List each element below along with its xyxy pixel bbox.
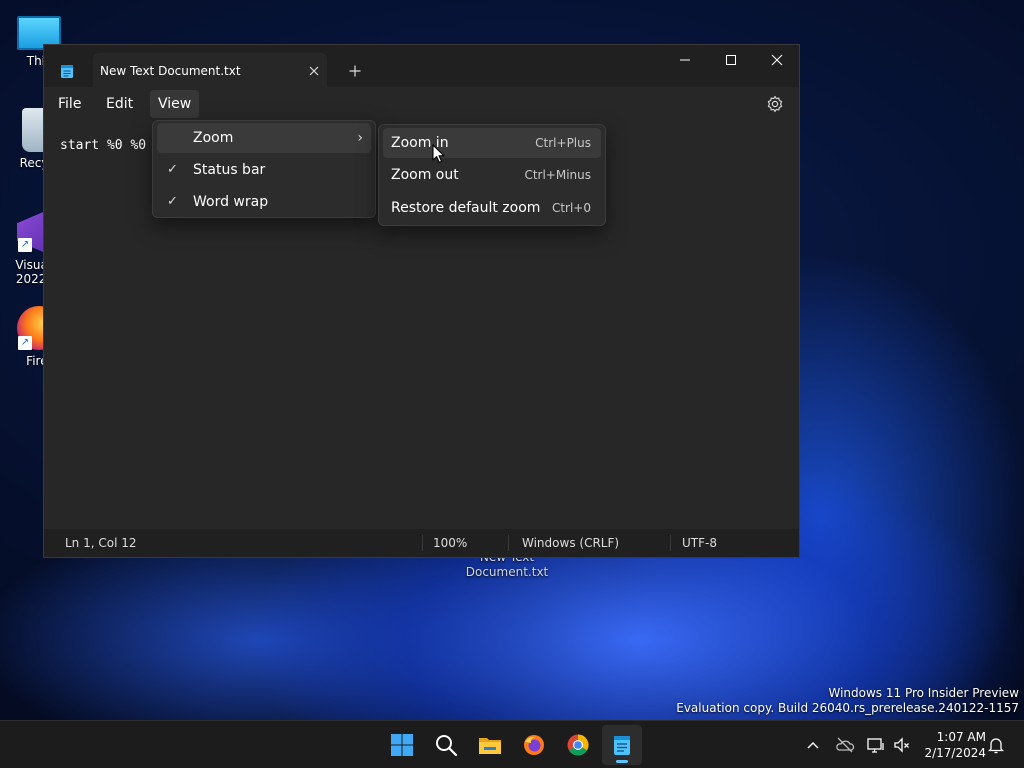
firefox-taskbar-button[interactable] xyxy=(514,725,554,765)
folder-icon xyxy=(479,738,501,754)
clock-date: 2/17/2024 xyxy=(924,746,986,760)
view-menu-item-word-wrap[interactable]: ✓ Word wrap xyxy=(157,187,371,217)
search-button[interactable] xyxy=(426,725,466,765)
clock-time: 1:07 AM xyxy=(936,730,986,744)
new-tab-button[interactable] xyxy=(344,60,366,82)
file-label-line2: Document.txt xyxy=(465,565,549,579)
menu-view[interactable]: View xyxy=(150,90,200,118)
status-position: Ln 1, Col 12 xyxy=(65,536,137,550)
shortcut-arrow-icon: ↗ xyxy=(18,336,32,350)
status-zoom: 100% xyxy=(433,536,468,550)
status-encoding: UTF-8 xyxy=(682,536,717,550)
maximize-icon xyxy=(726,55,736,65)
view-menu-item-zoom[interactable]: Zoom › xyxy=(157,123,371,153)
menu-bar: File Edit View xyxy=(44,87,799,121)
zoom-submenu: Zoom in Ctrl+Plus Zoom out Ctrl+Minus Re… xyxy=(378,124,606,226)
menu-edit[interactable]: Edit xyxy=(98,90,141,118)
status-line-ending: Windows (CRLF) xyxy=(522,536,620,550)
firefox-icon xyxy=(524,735,544,755)
chevron-right-icon: › xyxy=(357,130,363,146)
menu-item-label: Word wrap xyxy=(193,194,269,210)
search-icon xyxy=(436,735,458,757)
close-window-button[interactable] xyxy=(754,45,800,77)
menu-file[interactable]: File xyxy=(50,90,89,118)
gear-icon[interactable] xyxy=(766,95,784,113)
network-icon[interactable] xyxy=(866,735,886,755)
active-app-indicator xyxy=(616,760,628,763)
menu-item-label: Zoom xyxy=(193,130,234,146)
title-bar[interactable]: New Text Document.txt xyxy=(44,45,799,87)
start-button[interactable] xyxy=(382,725,422,765)
editor-content: start %0 %0 xyxy=(60,138,147,153)
status-divider xyxy=(670,535,671,551)
document-tab[interactable]: New Text Document.txt xyxy=(93,53,327,87)
status-divider xyxy=(508,535,509,551)
plus-icon xyxy=(349,65,361,77)
minimize-button[interactable] xyxy=(662,45,708,77)
shortcut-label: Ctrl+Minus xyxy=(524,168,591,182)
restore-default-zoom-item[interactable]: Restore default zoom Ctrl+0 xyxy=(383,193,601,223)
notepad-taskbar-button[interactable] xyxy=(602,725,642,765)
minimize-icon xyxy=(680,59,690,61)
windows-watermark: Windows 11 Pro Insider Preview Evaluatio… xyxy=(676,686,1019,716)
shortcut-label: Ctrl+Plus xyxy=(535,136,591,150)
close-icon xyxy=(309,66,319,76)
taskbar: 1:07 AM 2/17/2024 xyxy=(0,720,1024,768)
menu-item-label: Status bar xyxy=(193,162,266,178)
chrome-taskbar-button[interactable] xyxy=(558,725,598,765)
onedrive-cloud-icon[interactable] xyxy=(835,735,855,755)
shortcut-label: Ctrl+0 xyxy=(551,201,591,215)
view-menu-dropdown: Zoom › ✓ Status bar ✓ Word wrap xyxy=(152,120,376,218)
maximize-button[interactable] xyxy=(708,45,754,77)
menu-item-label: Restore default zoom xyxy=(391,200,541,216)
watermark-line2: Evaluation copy. Build 26040.rs_prerelea… xyxy=(676,701,1019,715)
watermark-line1: Windows 11 Pro Insider Preview xyxy=(828,686,1019,700)
notification-bell-icon[interactable] xyxy=(986,735,1006,755)
checkmark-icon: ✓ xyxy=(167,162,178,177)
status-divider xyxy=(422,535,423,551)
tab-close-button[interactable] xyxy=(303,61,325,81)
zoom-out-item[interactable]: Zoom out Ctrl+Minus xyxy=(383,160,601,190)
clock[interactable]: 1:07 AM 2/17/2024 xyxy=(920,729,986,761)
mouse-cursor-icon xyxy=(432,144,445,163)
checkmark-icon: ✓ xyxy=(167,194,178,209)
zoom-in-item[interactable]: Zoom in Ctrl+Plus xyxy=(383,128,601,158)
volume-muted-icon[interactable] xyxy=(892,735,912,755)
chrome-icon xyxy=(567,734,589,756)
status-bar: Ln 1, Col 12 100% Windows (CRLF) UTF-8 xyxy=(44,529,799,557)
notepad-app-icon xyxy=(61,65,73,78)
file-explorer-button[interactable] xyxy=(470,725,510,765)
close-icon xyxy=(771,54,783,66)
menu-item-label: Zoom out xyxy=(391,167,459,183)
tab-title: New Text Document.txt xyxy=(100,64,241,78)
shortcut-arrow-icon: ↗ xyxy=(18,238,32,252)
view-menu-item-status-bar[interactable]: ✓ Status bar xyxy=(157,155,371,185)
notepad-icon xyxy=(614,736,630,755)
chevron-up-icon[interactable] xyxy=(803,735,823,755)
windows-logo-icon xyxy=(391,734,413,756)
